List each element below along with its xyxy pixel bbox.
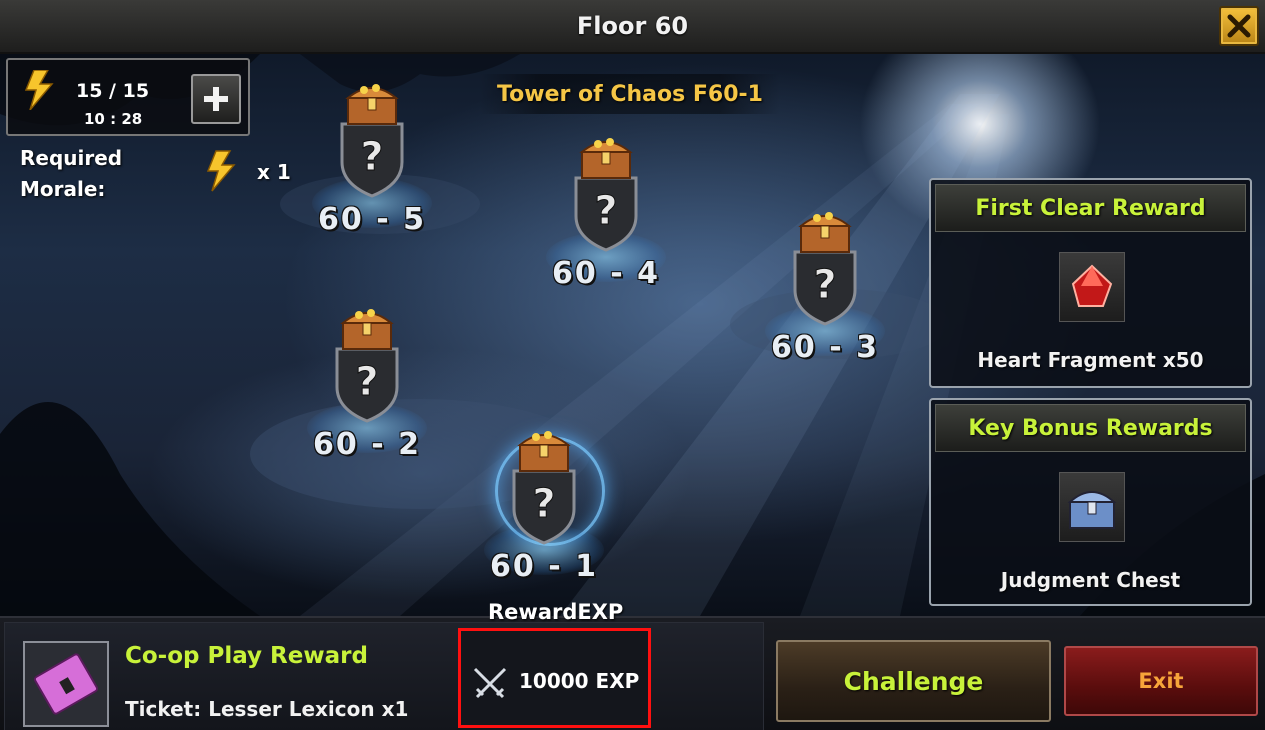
heart-fragment-item[interactable] [1059,252,1125,322]
stage-node-60-5[interactable]: ? 60 - 5 [312,78,432,248]
mystery-shield-icon: ? [340,122,404,198]
treasure-chest-icon [345,84,399,125]
blue-chest-icon [1067,491,1117,529]
crossed-swords-icon [473,667,507,699]
stage-node-60-4[interactable]: ? 60 - 4 [546,132,666,302]
challenge-button[interactable]: Challenge [776,640,1051,722]
stage-label: 60 - 1 [490,549,598,584]
close-x-icon [1227,14,1251,38]
exit-button[interactable]: Exit [1064,646,1258,716]
treasure-chest-icon [579,138,633,179]
key-bonus-rewards-title: Key Bonus Rewards [935,404,1246,452]
stage-label: 60 - 5 [318,202,426,237]
coop-reward-ticket: Ticket: Lesser Lexicon x1 [125,697,409,721]
morale-timer: 10 : 28 [84,110,143,128]
morale-panel: 15 / 15 10 : 28 [6,58,250,136]
lightning-bolt-icon [206,150,236,192]
stage-node-60-3[interactable]: ? 60 - 3 [765,206,885,376]
first-clear-reward-panel: First Clear Reward Heart Fragment x50 [929,178,1252,388]
stage-label: 60 - 2 [313,427,421,462]
svg-text:?: ? [813,262,836,308]
svg-text:?: ? [532,481,555,527]
stage-node-60-1[interactable]: ? 60 - 1 [484,425,604,595]
mystery-shield-icon: ? [335,347,399,423]
close-button[interactable] [1219,6,1259,46]
treasure-chest-icon [798,212,852,253]
reward-exp-value: 10000 EXP [519,669,640,693]
stage-label: 60 - 4 [552,256,660,291]
red-gem-fragment-icon [1071,264,1113,307]
svg-text:?: ? [594,188,617,234]
mystery-shield-icon: ? [793,250,857,326]
treasure-chest-icon [517,431,571,472]
reward-exp-label: RewardEXP [488,600,624,624]
first-clear-reward-item: Heart Fragment x50 [977,348,1204,372]
coop-reward-title: Co-op Play Reward [125,643,368,669]
pink-ticket-icon [33,653,99,715]
judgment-chest-item[interactable] [1059,472,1125,542]
mystery-shield-icon: ? [512,469,576,545]
title-bar: Floor 60 [0,0,1265,54]
treasure-chest-icon [340,309,394,350]
mystery-shield-icon: ? [574,176,638,252]
required-morale-label: Required Morale: [20,146,123,201]
coop-ticket-item[interactable] [23,641,109,727]
stage-node-60-2[interactable]: ? 60 - 2 [307,303,427,473]
plus-icon [204,87,228,111]
stage-label: 60 - 3 [771,330,879,365]
svg-text:?: ? [360,134,383,180]
morale-count: 15 / 15 [76,80,150,102]
required-morale-multiplier: x 1 [257,160,291,184]
floor-title: Floor 60 [576,12,689,40]
svg-text:?: ? [355,359,378,405]
key-bonus-rewards-panel: Key Bonus Rewards Judgment Chest [929,398,1252,606]
tower-stage-name: Tower of Chaos F60-1 [480,74,780,114]
add-morale-button[interactable] [191,74,241,124]
reward-exp-box: 10000 EXP [458,628,651,728]
lightning-bolt-icon [24,70,54,110]
key-bonus-reward-item: Judgment Chest [1000,568,1181,592]
first-clear-reward-title: First Clear Reward [935,184,1246,232]
